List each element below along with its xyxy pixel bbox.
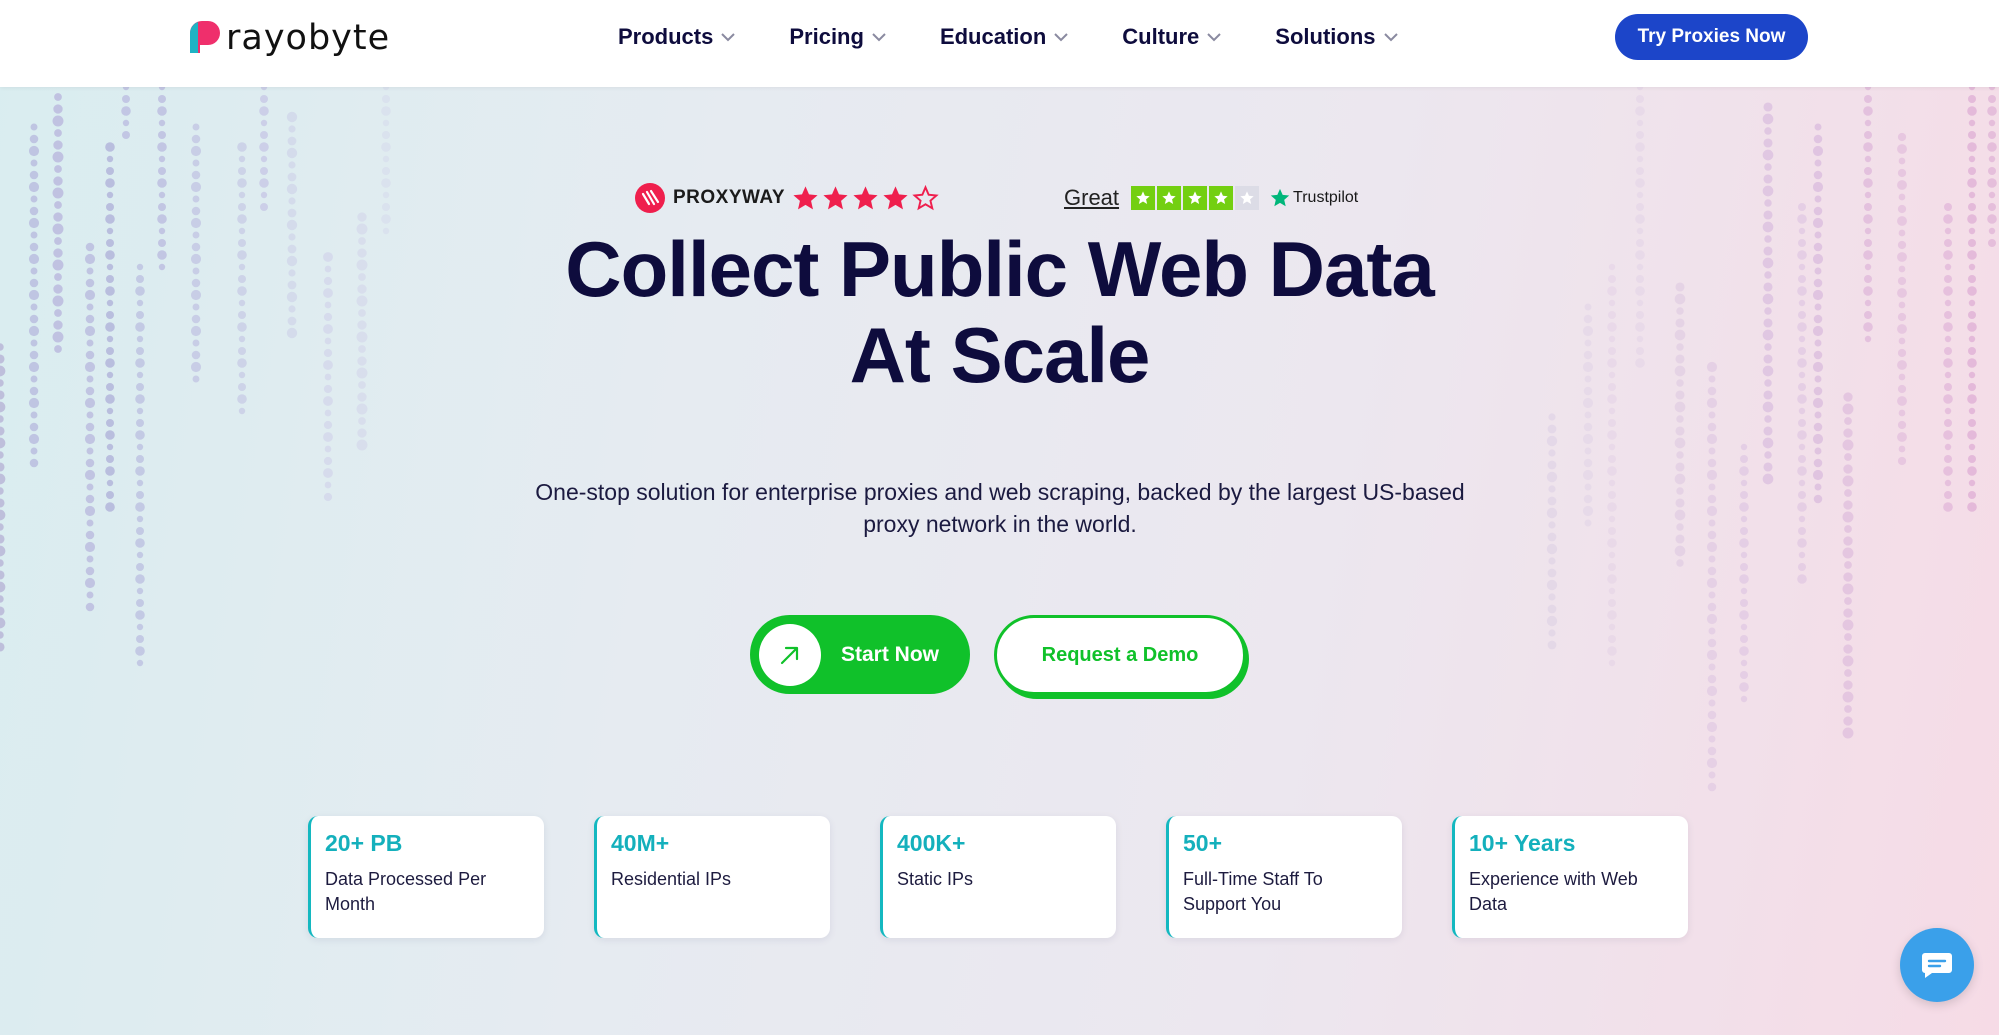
stat-value: 20+ PB [325, 830, 403, 856]
stat-label: Experience with Web Data [1469, 869, 1638, 914]
stat-card: 40M+ Residential IPs [594, 816, 830, 938]
stat-card: 10+ Years Experience with Web Data [1452, 816, 1688, 938]
star-filled-icon [853, 185, 878, 209]
star-filled-icon [1131, 186, 1156, 210]
proxyway-rating[interactable]: PROXYWAY [635, 183, 941, 213]
start-now-label: Start Now [841, 642, 940, 666]
nav-item-products[interactable]: Products [618, 22, 736, 52]
chevron-down-icon [872, 32, 886, 41]
stat-card: 20+ PB Data Processed Per Month [308, 816, 544, 938]
trustpilot-logo: Trustpilot [1269, 187, 1358, 209]
chevron-down-icon [1207, 32, 1221, 41]
star-filled-icon [883, 185, 908, 209]
rayobyte-logo-icon [190, 21, 220, 53]
try-proxies-button[interactable]: Try Proxies Now [1615, 14, 1808, 60]
trustpilot-name: Trustpilot [1293, 189, 1359, 206]
nav-item-label: Solutions [1275, 24, 1376, 49]
stat-value: 10+ Years [1469, 830, 1576, 856]
star-filled-icon [793, 185, 818, 209]
nav-item-solutions[interactable]: Solutions [1275, 22, 1398, 52]
hero-subtitle-line2: proxy network in the world. [863, 511, 1137, 537]
hero-subtitle: One-stop solution for enterprise proxies… [500, 476, 1500, 540]
stat-label: Data Processed Per Month [325, 869, 487, 914]
brand-name: rayobyte [226, 18, 391, 58]
stat-card: 50+ Full-Time Staff To Support You [1166, 816, 1402, 938]
trustpilot-rating-word: Great [1064, 185, 1120, 210]
hero-title-line2: At Scale [849, 311, 1151, 399]
nav-item-education[interactable]: Education [940, 22, 1068, 52]
nav-item-label: Education [939, 24, 1047, 49]
proxyway-name: PROXYWAY [673, 187, 786, 208]
stat-label: Static IPs [897, 869, 974, 889]
stat-value: 400K+ [897, 830, 966, 856]
site-header: rayobyte Products Pricing Education Cult… [0, 0, 1999, 87]
star-filled-icon [1209, 186, 1234, 210]
stat-value: 40M+ [611, 830, 670, 856]
star-filled-icon [1183, 186, 1208, 210]
trustpilot-rating[interactable]: Great Trustpilot [1064, 185, 1358, 211]
hero-subtitle-line1: One-stop solution for enterprise proxies… [535, 479, 1465, 505]
star-outline-icon [912, 184, 939, 210]
nav-item-label: Culture [1122, 24, 1200, 49]
stat-value: 50+ [1183, 830, 1223, 856]
star-filled-icon [823, 185, 848, 209]
proxyway-logo-icon [635, 183, 665, 213]
chat-bubble-icon [1922, 953, 1952, 978]
hero-title: Collect Public Web Data At Scale [0, 226, 1999, 398]
star-filled-icon [1157, 186, 1182, 210]
nav-item-label: Pricing [789, 24, 864, 49]
chat-widget-button[interactable] [1900, 928, 1974, 1002]
proxyway-stars [791, 184, 941, 213]
ratings-row: PROXYWAY Great Trustpilot [0, 183, 1999, 219]
star-empty-icon [1235, 186, 1260, 210]
trustpilot-star-icon [1270, 188, 1290, 207]
trustpilot-stars [1131, 186, 1261, 210]
stat-label: Full-Time Staff To Support You [1183, 869, 1323, 914]
chevron-down-icon [1054, 32, 1068, 41]
arrow-up-right-icon [780, 646, 799, 664]
nav-item-pricing[interactable]: Pricing [789, 22, 886, 52]
main-nav: Products Pricing Education Culture Solut… [618, 22, 1452, 52]
request-demo-button[interactable]: Request a Demo [994, 615, 1246, 695]
brand-logo[interactable]: rayobyte [186, 18, 390, 58]
chevron-down-icon [1383, 32, 1398, 41]
stat-card: 400K+ Static IPs [880, 816, 1116, 938]
hero-title-line1: Collect Public Web Data [565, 225, 1434, 313]
start-now-button[interactable]: Start Now [750, 615, 970, 694]
nav-item-label: Products [618, 24, 714, 49]
stats-row: 20+ PB Data Processed Per Month 40M+ Res… [308, 816, 1688, 938]
stat-label: Residential IPs [611, 869, 732, 889]
start-now-icon-circle [759, 623, 821, 686]
nav-item-culture[interactable]: Culture [1122, 22, 1221, 52]
chevron-down-icon [721, 32, 736, 41]
